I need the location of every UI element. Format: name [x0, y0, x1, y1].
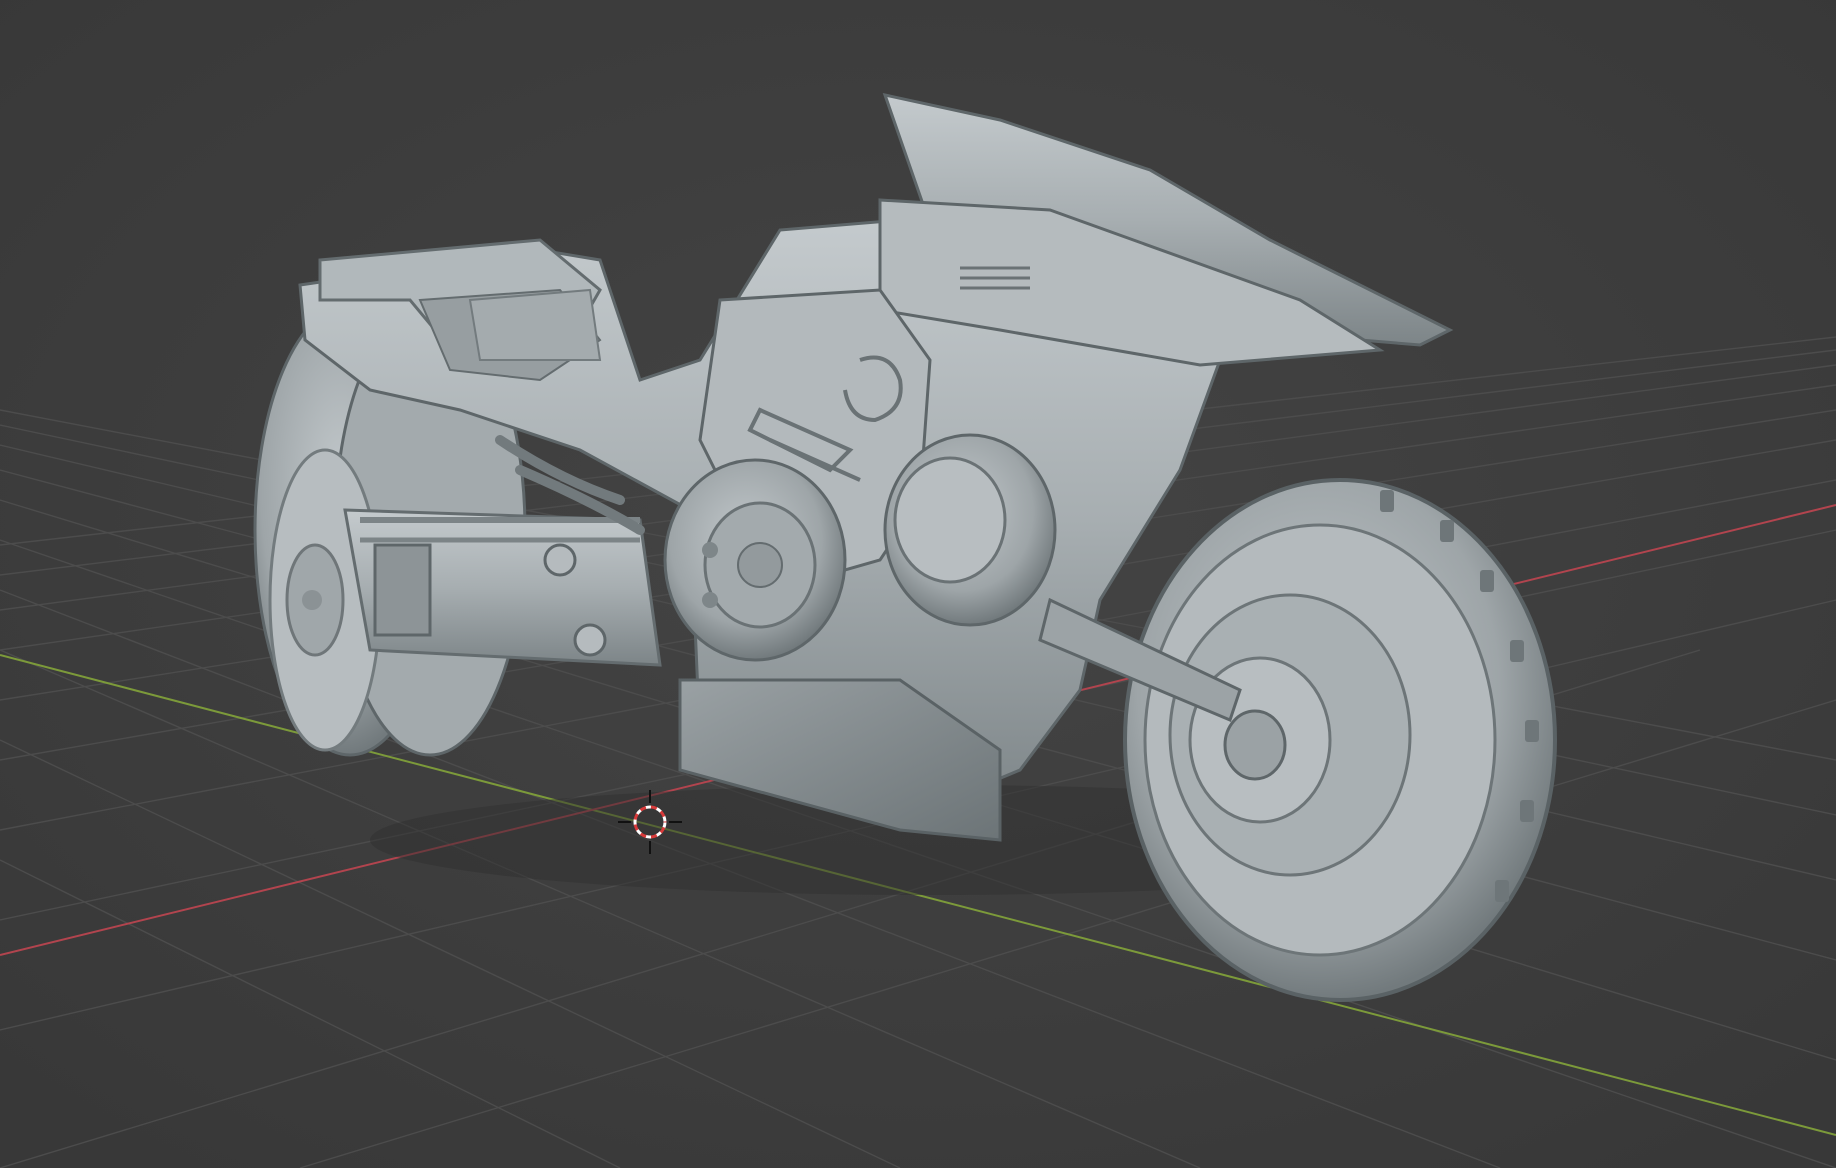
viewport-canvas[interactable] — [0, 0, 1836, 1168]
3d-viewport[interactable] — [0, 0, 1836, 1168]
tank-cap — [883, 433, 1057, 627]
front-wheel — [1123, 478, 1557, 1002]
engine-cover — [663, 458, 847, 662]
